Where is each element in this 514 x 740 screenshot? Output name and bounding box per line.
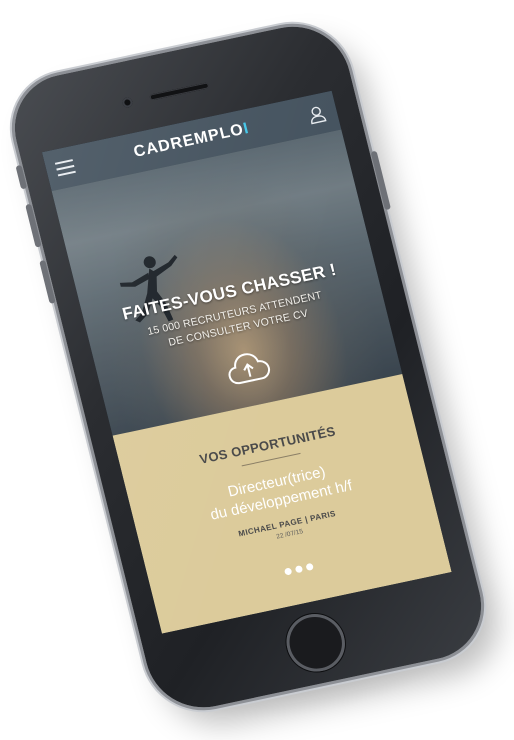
smartphone: CADREMPLOI FAITES-VOUS CHASSER ! 15 000 … [2, 16, 494, 718]
carousel-dot-3[interactable] [304, 562, 314, 572]
phone-screen: CADREMPLOI FAITES-VOUS CHASSER ! 15 000 … [41, 90, 452, 634]
carousel-dot-1[interactable] [283, 567, 292, 576]
carousel-dot-2[interactable] [294, 565, 303, 574]
device-mockup-stage: CADREMPLOI FAITES-VOUS CHASSER ! 15 000 … [0, 0, 514, 740]
